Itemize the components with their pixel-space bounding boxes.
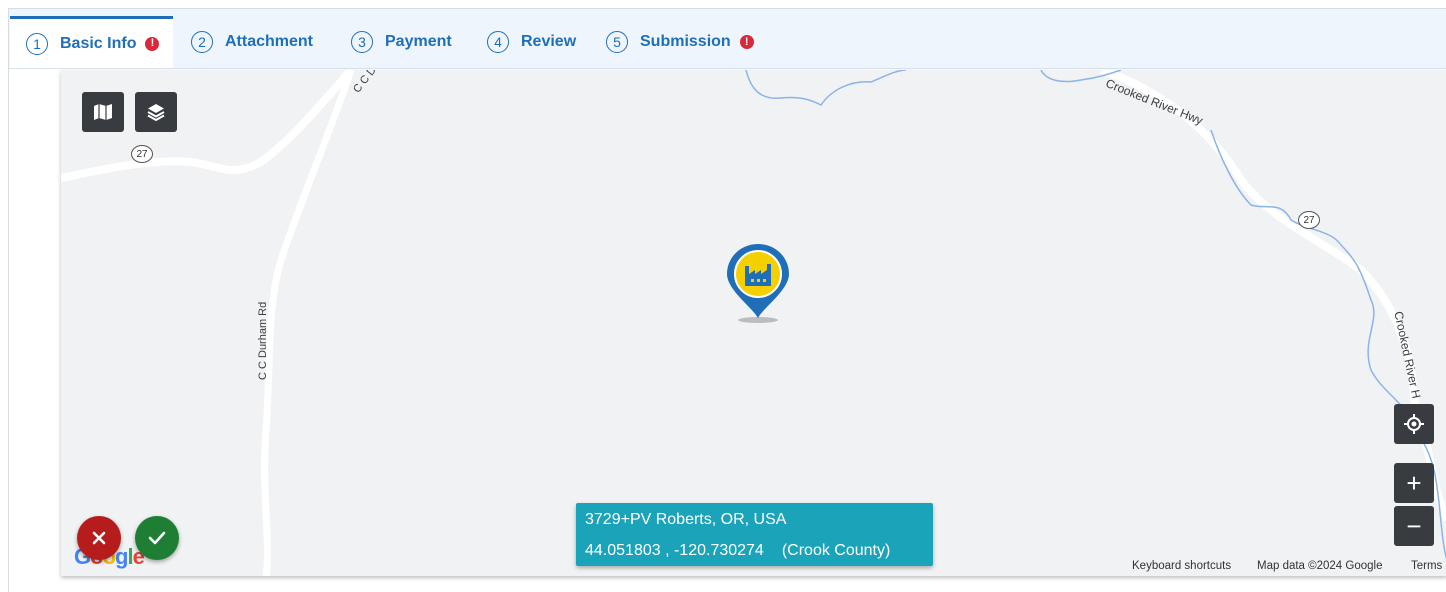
tab-label: Basic Info [60,34,137,52]
road-label: C C Durham Rd [257,301,269,380]
tab-payment[interactable]: 3 Payment [351,16,452,68]
location-info-box: 3729+PV Roberts, OR, USA 44.051803 , -12… [576,503,933,566]
form-frame: 1 Basic Info ! 2 Attachment 3 Payment 4 … [8,8,1446,592]
map-data-attribution: Map data ©2024 Google [1257,560,1383,572]
cancel-button[interactable] [77,516,121,560]
map-type-button[interactable] [82,92,124,132]
tab-review[interactable]: 4 Review [487,16,576,68]
factory-location-marker[interactable] [725,242,791,331]
tab-label: Payment [385,33,452,50]
my-location-button[interactable] [1394,404,1434,444]
tab-attachment[interactable]: 2 Attachment [191,16,313,68]
map-view[interactable]: 27 27 C C Durha C C Durham Rd Crooked Ri… [61,70,1446,576]
county-text: (Crook County) [781,542,891,559]
minus-icon: − [1406,510,1422,541]
map-icon [94,104,112,120]
wizard-tab-bar: 1 Basic Info ! 2 Attachment 3 Payment 4 … [9,9,1446,69]
tab-step-number: 3 [351,31,373,53]
zoom-out-button[interactable]: − [1394,506,1434,546]
tab-basic-info[interactable]: 1 Basic Info ! [10,16,174,68]
terms-link[interactable]: Terms [1411,560,1442,572]
alert-icon: ! [145,36,160,51]
tab-label: Review [521,33,577,50]
route-shield: 27 [131,145,153,163]
zoom-in-button[interactable]: + [1394,463,1434,503]
layers-icon [147,104,165,122]
coordinates-line: 44.051803 , -120.730274 (Crook County) [585,542,890,560]
tab-step-number: 2 [191,31,213,53]
layers-button[interactable] [135,92,177,132]
close-icon [92,531,106,545]
alert-icon: ! [739,35,754,49]
tab-step-number: 4 [487,31,509,53]
address-text: 3729+PV Roberts, OR, USA [585,511,787,528]
tab-step-number: 1 [26,32,48,55]
crosshair-icon [1404,414,1424,434]
factory-marker-icon [727,244,789,323]
keyboard-shortcuts-link[interactable]: Keyboard shortcuts [1132,560,1231,572]
tab-step-number: 5 [606,31,628,53]
confirm-button[interactable] [135,516,179,560]
tab-submission[interactable]: 5 Submission ! [606,16,754,68]
tab-label: Attachment [225,33,314,50]
tab-label: Submission [640,33,731,50]
route-shield: 27 [1298,211,1320,229]
coordinates-text: 44.051803 , -120.730274 [585,542,764,559]
plus-icon: + [1406,467,1422,498]
check-icon [148,531,166,545]
